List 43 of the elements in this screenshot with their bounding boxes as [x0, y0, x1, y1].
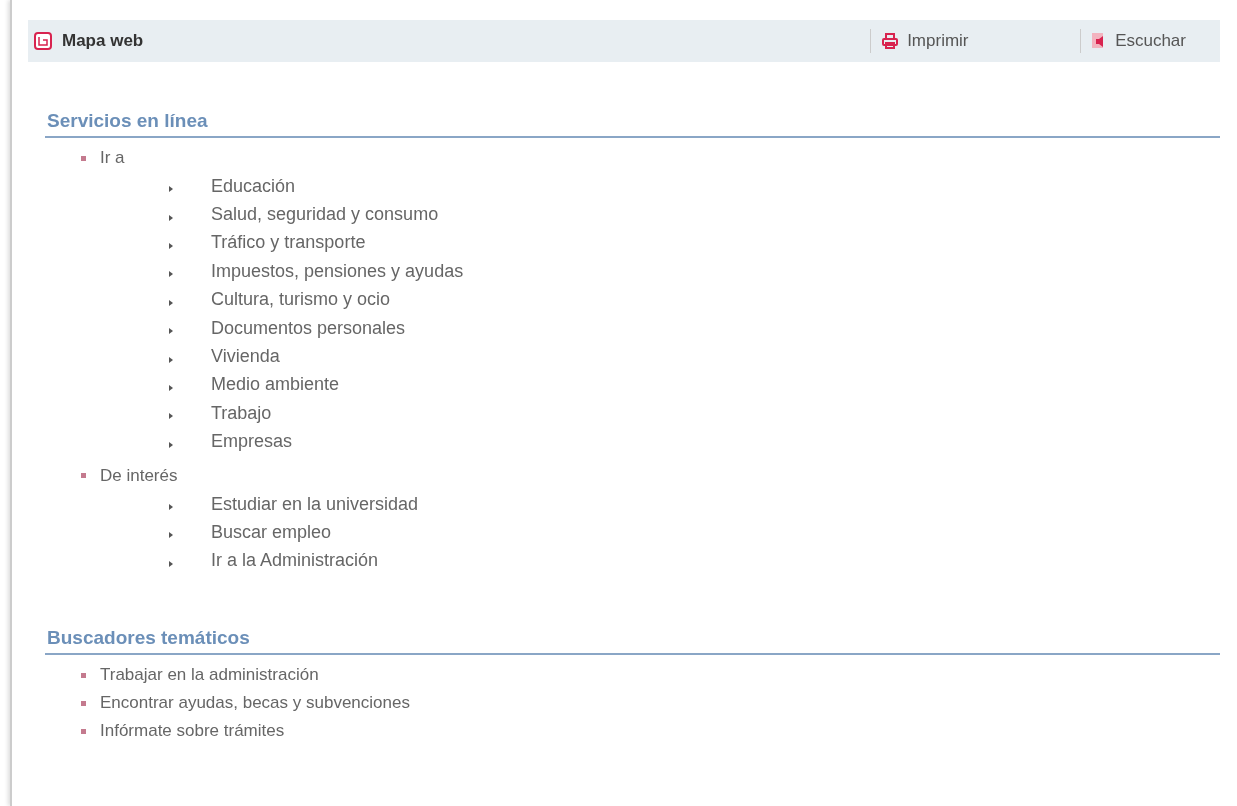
arrow-icon — [169, 532, 173, 539]
sitemap-icon — [34, 32, 52, 50]
sitemap-link[interactable]: Ir a — [100, 148, 125, 168]
bullet-icon — [81, 473, 86, 479]
bullet-icon — [81, 700, 86, 706]
section-heading: Servicios en línea — [45, 110, 1220, 138]
arrow-icon — [169, 242, 173, 249]
bullet-icon — [81, 672, 86, 678]
arrow-icon — [169, 328, 173, 335]
sitemap-link[interactable]: Medio ambiente — [211, 374, 340, 396]
sitemap-link[interactable]: Vivienda — [211, 346, 280, 368]
arrow-icon — [169, 504, 173, 511]
sitemap-link[interactable]: Infórmate sobre trámites — [100, 721, 285, 742]
arrow-icon — [169, 299, 173, 306]
bullet-icon — [81, 155, 86, 161]
sitemap-link[interactable]: Salud, seguridad y consumo — [211, 204, 439, 226]
page-title: Mapa web — [62, 31, 145, 51]
bullet-icon — [81, 728, 86, 734]
arrow-icon — [169, 384, 173, 391]
arrow-icon — [169, 441, 173, 448]
printer-icon — [881, 32, 900, 50]
print-button[interactable]: Imprimir — [870, 29, 1081, 53]
arrow-icon — [169, 356, 173, 363]
sitemap-link[interactable]: Trabajar en la administración — [100, 665, 319, 686]
listen-button[interactable]: Escuchar — [1080, 29, 1214, 53]
sitemap-link[interactable]: Estudiar en la universidad — [211, 493, 419, 515]
sitemap-link[interactable]: Impuestos, pensiones y ayudas — [211, 260, 464, 282]
sitemap-link[interactable]: Documentos personales — [211, 317, 406, 339]
arrow-icon — [169, 214, 173, 221]
sitemap-link[interactable]: Trabajo — [211, 402, 272, 424]
sitemap-link[interactable]: Encontrar ayudas, becas y subvenciones — [100, 693, 410, 714]
section-heading: Buscadores temáticos — [45, 627, 1220, 656]
sitemap-link[interactable]: Ir a la Administración — [211, 550, 379, 572]
sitemap-link[interactable]: Cultura, turismo y ocio — [211, 289, 391, 311]
arrow-icon — [169, 560, 173, 567]
arrow-icon — [169, 413, 173, 420]
sitemap-link[interactable]: Educación — [211, 175, 296, 197]
sitemap-link[interactable]: Tráfico y transporte — [211, 232, 366, 254]
sitemap-link[interactable]: Buscar empleo — [211, 522, 332, 543]
arrow-icon — [169, 271, 173, 278]
arrow-icon — [169, 186, 173, 193]
sitemap-link[interactable]: De interés — [100, 465, 178, 486]
sitemap-link[interactable]: Empresas — [211, 431, 293, 453]
